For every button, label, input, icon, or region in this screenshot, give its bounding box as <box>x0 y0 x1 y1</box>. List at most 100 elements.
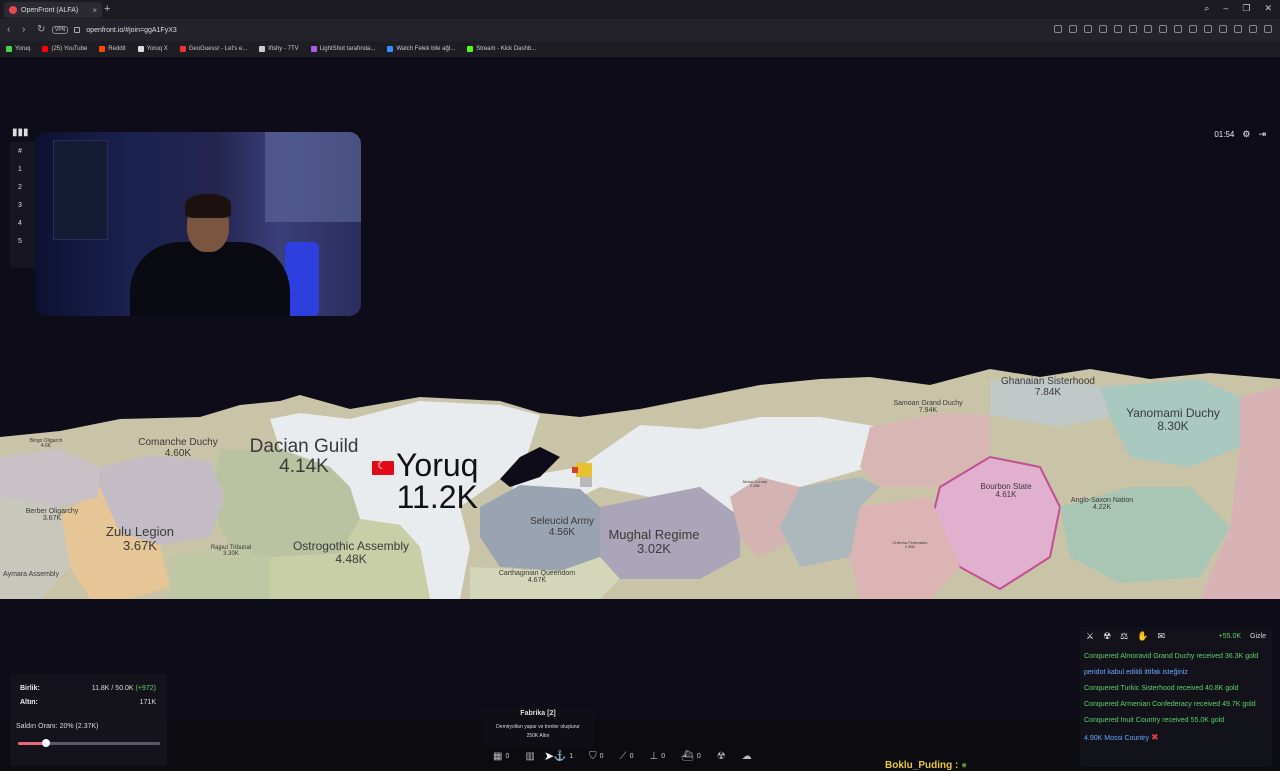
new-tab-button[interactable]: + <box>104 3 110 15</box>
leaderboard-icon[interactable]: ▮▮▮ <box>12 127 29 138</box>
turkey-flag-icon <box>372 459 394 475</box>
territory-label: Chibcha Federation 2.38K <box>892 540 928 550</box>
event-message: Conquered Armenian Confederacy received … <box>1084 701 1256 708</box>
top-right-controls: 01:54 ⚙ ⇥ <box>1214 129 1266 140</box>
extension-icon[interactable] <box>1054 25 1062 33</box>
extension-icon[interactable] <box>1129 25 1137 33</box>
event-message: Conquered Turkic Sisterhood received 40.… <box>1084 685 1239 692</box>
window-controls: ⌕ – ❐ ✕ <box>1204 3 1272 14</box>
build-sam-button[interactable]: ⊥ 0 <box>644 747 670 765</box>
hydrogen-bomb-button[interactable]: ☁ <box>737 747 757 765</box>
territory-label: Bingo Oligarch 4.6K <box>29 438 63 450</box>
build-factory-button[interactable]: ▥ <box>520 747 542 765</box>
tab-title: OpenFront (ALFA) <box>21 6 79 14</box>
tab-close-icon[interactable]: × <box>92 6 97 15</box>
close-window-icon[interactable]: ✕ <box>1264 3 1272 14</box>
search-icon[interactable]: ⌕ <box>1204 3 1209 14</box>
trade-filter-icon[interactable]: ⚖ <box>1120 631 1128 642</box>
bookmark-item[interactable]: LightShot tarafında... <box>310 46 375 52</box>
webcam-background <box>265 132 361 222</box>
lock-icon[interactable] <box>74 27 81 33</box>
attack-ratio-knob[interactable] <box>42 739 51 747</box>
territory-label: Yanomami Duchy 8.30K <box>1126 406 1220 433</box>
frog-emote-icon: ● <box>961 760 968 771</box>
extension-icon[interactable] <box>1204 25 1212 33</box>
leaderboard-header: # <box>18 147 22 155</box>
maximize-icon[interactable]: ❐ <box>1242 3 1250 14</box>
game-timer: 01:54 <box>1214 130 1235 139</box>
hide-button[interactable]: Gizle <box>1250 633 1266 640</box>
build-city-button[interactable]: ▦ 0 <box>488 747 514 765</box>
territory-label: Ostrogothic Assembly 4.48K <box>292 539 410 566</box>
leaderboard-row[interactable]: 3 <box>10 196 38 214</box>
gold-row: Altın: 171K <box>20 699 156 706</box>
address-bar[interactable]: VPN openfront.io/#join=ggA1FyX3 <box>52 23 1192 37</box>
bookmark-item[interactable]: Yoruq X <box>137 46 168 52</box>
unit-marker-icon[interactable] <box>570 459 600 491</box>
minimize-icon[interactable]: – <box>1223 3 1228 14</box>
webcam-person <box>130 242 290 316</box>
extension-icon[interactable] <box>1144 25 1152 33</box>
bookmark-item[interactable]: Stream - Kick Dashb... <box>467 46 536 52</box>
extension-icon[interactable] <box>1099 25 1107 33</box>
tooltip-description: Demiryolları yapar ve trenler oluşturur <box>496 724 580 730</box>
attack-ratio-slider[interactable] <box>18 739 160 747</box>
browser-tab[interactable]: OpenFront (ALFA) × <box>4 2 102 18</box>
bookmark-item[interactable]: Reddit <box>99 46 126 52</box>
browser-titlebar: OpenFront (ALFA) × + ⌕ – ❐ ✕ <box>0 0 1280 19</box>
tooltip-title: Fabrika [2] <box>520 710 556 717</box>
build-count: 0 <box>661 752 666 760</box>
territory-label: Seleucid Army 4.56K <box>530 516 594 538</box>
leaderboard-row[interactable]: 5 <box>10 232 38 250</box>
nuke-filter-icon[interactable]: ☢ <box>1103 631 1111 642</box>
events-toolbar: ⚔ ☢ ⚖ ✋ ✉ +55.0K Gizle <box>1086 631 1266 642</box>
build-warship-button[interactable]: ⛴ 0 <box>676 747 706 765</box>
mushroom-cloud-icon: ☁ <box>741 750 752 762</box>
leaderboard-row[interactable]: 4 <box>10 214 38 232</box>
url-text[interactable]: openfront.io/#join=ggA1FyX3 <box>86 27 176 34</box>
exit-icon[interactable]: ⇥ <box>1258 129 1266 140</box>
anchor-icon: ⚓ <box>553 750 567 762</box>
tooltip-cost: 250K Altın <box>526 733 550 739</box>
build-bar: ▦ 0 ▥ ⚓ 1 ⛉ 0 ⟋ 0 ⊥ 0 ⛴ 0 ☢ ☁ <box>488 747 757 765</box>
bookmark-item[interactable]: GeoGuessr - Let's e... <box>179 46 247 52</box>
extension-icon[interactable] <box>1264 25 1272 33</box>
chat-filter-icon[interactable]: ✉ <box>1157 631 1165 642</box>
bookmark-item[interactable]: Watch Felek bile ağl... <box>387 46 455 52</box>
extension-icon[interactable] <box>1249 25 1257 33</box>
build-defense-button[interactable]: ⛉ 0 <box>584 747 608 765</box>
browser-navbar: ‹ › ↻ VPN openfront.io/#join=ggA1FyX3 <box>0 19 1280 41</box>
back-icon[interactable]: ‹ <box>7 24 10 35</box>
alliance-filter-icon[interactable]: ✋ <box>1137 631 1148 642</box>
reload-icon[interactable]: ↻ <box>37 24 45 35</box>
close-icon[interactable]: ✖ <box>1151 732 1159 742</box>
extension-icon[interactable] <box>1189 25 1197 33</box>
extension-icon[interactable] <box>1114 25 1122 33</box>
extension-icon[interactable] <box>1234 25 1242 33</box>
extension-icon[interactable] <box>1159 25 1167 33</box>
extension-icon[interactable] <box>1219 25 1227 33</box>
bookmark-item[interactable]: Ifishy - 7TV <box>259 46 299 52</box>
settings-gear-icon[interactable]: ⚙ <box>1242 129 1250 140</box>
bookmark-item[interactable]: (25) YouTube <box>42 46 87 52</box>
extension-icon[interactable] <box>1084 25 1092 33</box>
territory-label: Dacian Guild 4.14K <box>249 436 359 477</box>
bookmark-item[interactable]: Yoruq <box>6 46 30 52</box>
browser-extension-icons <box>1054 25 1272 33</box>
extension-icon[interactable] <box>1174 25 1182 33</box>
leaderboard-row[interactable]: 2 <box>10 178 38 196</box>
territory-label: Anglo-Saxon Nation 4.22K <box>1070 497 1134 512</box>
stream-viewer-name: Boklu_Puding : ● <box>885 760 968 771</box>
build-missile-button[interactable]: ⟋ 0 <box>615 747 639 765</box>
leaderboard-row[interactable]: 1 <box>10 160 38 178</box>
forward-icon[interactable]: › <box>22 24 25 35</box>
sam-launcher-icon: ⊥ <box>649 750 659 762</box>
attack-filter-icon[interactable]: ⚔ <box>1086 631 1094 642</box>
atom-bomb-button[interactable]: ☢ <box>712 747 731 765</box>
game-canvas[interactable]: Dacian Guild 4.14K Comanche Duchy 4.60K Zu… <box>0 57 1280 771</box>
city-icon: ▦ <box>493 750 503 762</box>
extension-icon[interactable] <box>1069 25 1077 33</box>
gold-value: 171K <box>139 699 156 706</box>
factory-icon: ▥ <box>525 750 535 762</box>
vpn-badge[interactable]: VPN <box>52 26 69 34</box>
